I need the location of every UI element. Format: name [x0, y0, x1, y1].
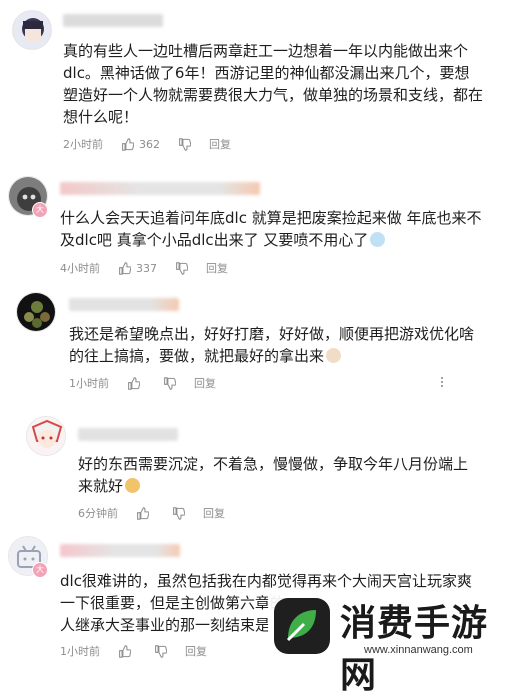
reply-button[interactable]: 回复	[203, 505, 225, 521]
comment-meta: 1小时前 回复	[60, 643, 207, 659]
like-button[interactable]	[127, 376, 145, 390]
thumbs-up-icon	[137, 506, 149, 520]
comment-text-content: 什么人会天天追着问年底dlc 就算是把废案捡起来做 年底也来不及dlc吧 真拿个…	[60, 209, 482, 249]
comment-meta: 4小时前 337 回复	[60, 260, 228, 276]
username-blurred	[69, 298, 179, 311]
watermark-url: www.xinnanwang.com	[364, 644, 473, 656]
comment-text: 我还是希望晚点出，好好打磨，好好做，顺便再把游戏优化啥的往上搞搞，要做，就把最好…	[69, 323, 479, 367]
reply-button[interactable]: 回复	[194, 375, 216, 391]
avatar[interactable]	[12, 10, 52, 50]
emoji-icon	[326, 348, 342, 363]
thumbs-up-icon	[122, 137, 134, 151]
vip-badge: 大	[32, 562, 48, 578]
like-button[interactable]: 362	[121, 138, 160, 151]
username-blurred	[60, 182, 260, 195]
dislike-button[interactable]	[154, 644, 167, 658]
like-button[interactable]	[118, 644, 136, 658]
thumbs-down-icon	[176, 261, 188, 275]
vip-badge: 大	[32, 202, 48, 218]
thumbs-up-icon	[128, 376, 140, 390]
dislike-button[interactable]	[163, 376, 176, 390]
thumbs-down-icon	[155, 644, 167, 658]
leaf-logo-icon	[274, 598, 330, 654]
avatar[interactable]	[26, 416, 66, 456]
thumbs-down-icon	[173, 506, 185, 520]
username-blurred	[60, 544, 180, 557]
dislike-button[interactable]	[172, 506, 185, 520]
comment-meta: 2小时前 362 回复	[63, 136, 231, 152]
username-blurred	[63, 14, 163, 27]
comment-text: 好的东西需要沉淀，不着急，慢慢做，争取今年八月份端上来就好	[78, 453, 478, 497]
site-watermark: 消费手游网 www.xinnanwang.com	[268, 592, 512, 696]
like-button[interactable]	[136, 506, 154, 520]
comment-meta: 1小时前 回复	[69, 375, 216, 391]
comment-text-content: 我还是希望晚点出，好好打磨，好好做，顺便再把游戏优化啥的往上搞搞，要做，就把最好…	[69, 325, 475, 365]
timestamp: 1小时前	[69, 377, 109, 390]
thumbs-down-icon	[179, 137, 191, 151]
comment-meta: 6分钟前 回复	[78, 505, 225, 521]
comment-text: 真的有些人一边吐槽后两章赶工一边想着一年以内能做出来个dlc。黑神话做了6年！西…	[63, 42, 484, 126]
emoji-icon	[370, 232, 386, 247]
thumbs-up-icon	[119, 644, 131, 658]
like-count: 337	[136, 261, 157, 275]
timestamp: 4小时前	[60, 262, 100, 275]
like-count: 362	[139, 137, 160, 151]
timestamp: 6分钟前	[78, 507, 118, 520]
more-options-icon[interactable]	[436, 376, 448, 388]
timestamp: 1小时前	[60, 645, 100, 658]
dislike-button[interactable]	[178, 137, 191, 151]
reply-button[interactable]: 回复	[206, 260, 228, 276]
emoji-icon	[125, 478, 141, 493]
like-button[interactable]: 337	[118, 262, 157, 275]
username-blurred	[78, 428, 178, 441]
timestamp: 2小时前	[63, 138, 103, 151]
reply-button[interactable]: 回复	[185, 643, 207, 659]
comment-text: 什么人会天天追着问年底dlc 就算是把废案捡起来做 年底也来不及dlc吧 真拿个…	[60, 207, 490, 251]
reply-button[interactable]: 回复	[209, 136, 231, 152]
dislike-button[interactable]	[175, 261, 188, 275]
thumbs-up-icon	[119, 261, 131, 275]
avatar[interactable]	[16, 292, 56, 332]
thumbs-down-icon	[164, 376, 176, 390]
